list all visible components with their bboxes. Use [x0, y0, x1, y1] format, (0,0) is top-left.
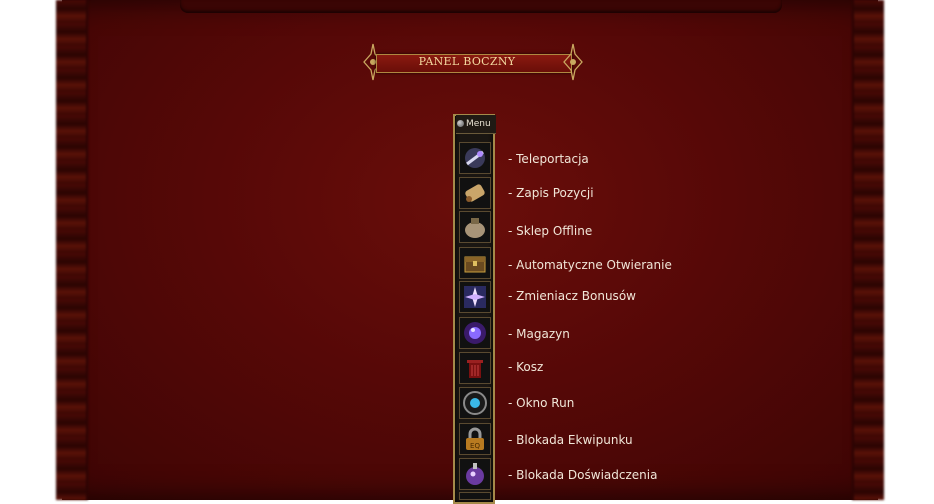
- teleport-icon[interactable]: [459, 142, 491, 174]
- scroll-icon[interactable]: [459, 177, 491, 209]
- potion-icon[interactable]: [459, 458, 491, 490]
- star-icon[interactable]: [459, 281, 491, 313]
- item-label-rune-window: - Okno Run: [508, 396, 575, 410]
- trash-icon[interactable]: [459, 352, 491, 384]
- menu-dot-icon: [457, 120, 464, 127]
- top-bar: [180, 0, 782, 13]
- svg-text:EQ: EQ: [470, 442, 480, 450]
- item-label-exp-lock: - Blokada Doświadczenia: [508, 468, 658, 482]
- item-label-offline-shop: - Sklep Offline: [508, 224, 593, 238]
- item-label-save-position: - Zapis Pozycji: [508, 186, 594, 200]
- orb-icon[interactable]: [459, 317, 491, 349]
- panel-title: PANEL BOCZNY: [418, 55, 516, 68]
- item-label-teleport: - Teleportacja: [508, 152, 589, 166]
- item-label-equipment-lock: - Blokada Ekwipunku: [508, 433, 633, 447]
- item-label-trash: - Kosz: [508, 360, 544, 374]
- menu-label[interactable]: Menu: [466, 119, 491, 129]
- chest-icon[interactable]: [459, 247, 491, 279]
- lock-icon[interactable]: EQ: [459, 423, 491, 455]
- item-label-storage: - Magazyn: [508, 327, 570, 341]
- extra-slot-icon[interactable]: [459, 492, 491, 500]
- rune-icon[interactable]: [459, 387, 491, 419]
- item-label-auto-open: - Automatyczne Otwieranie: [508, 258, 672, 272]
- bag-icon[interactable]: [459, 211, 491, 243]
- item-label-bonus-changer: - Zmieniacz Bonusów: [508, 289, 636, 303]
